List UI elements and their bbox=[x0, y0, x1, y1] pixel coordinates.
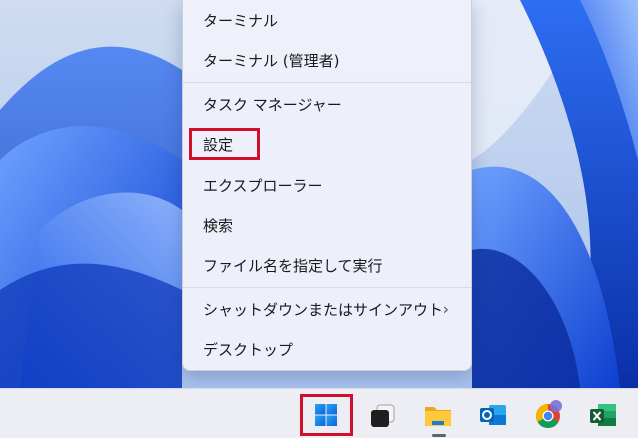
menu-item-label: エクスプローラー bbox=[203, 176, 323, 195]
menu-item-task-manager[interactable]: タスク マネージャー bbox=[187, 86, 467, 122]
menu-item-terminal[interactable]: ターミナル bbox=[187, 2, 467, 38]
menu-item-label: タスク マネージャー bbox=[203, 95, 342, 114]
outlook-button[interactable] bbox=[477, 399, 509, 431]
start-context-menu: ターミナル ターミナル (管理者) タスク マネージャー 設定 エクスプローラー… bbox=[182, 0, 472, 371]
task-view-button[interactable] bbox=[367, 399, 399, 431]
menu-item-label: 検索 bbox=[203, 216, 234, 235]
file-explorer-button[interactable] bbox=[422, 399, 454, 431]
running-indicator bbox=[432, 434, 446, 437]
outlook-icon bbox=[480, 405, 506, 425]
menu-item-shutdown-signout[interactable]: シャットダウンまたはサインアウト › bbox=[187, 291, 467, 327]
excel-button[interactable] bbox=[587, 399, 619, 431]
menu-item-label: ファイル名を指定して実行 bbox=[203, 256, 383, 275]
menu-item-desktop[interactable]: デスクトップ bbox=[187, 331, 467, 367]
menu-item-label: ターミナル bbox=[203, 11, 279, 30]
chrome-button[interactable] bbox=[532, 399, 564, 431]
chrome-icon bbox=[535, 400, 562, 429]
menu-item-label: ターミナル (管理者) bbox=[203, 51, 340, 70]
settings-highlight-box bbox=[189, 128, 260, 160]
task-view-icon bbox=[371, 404, 395, 427]
menu-item-label: デスクトップ bbox=[203, 340, 294, 359]
menu-item-file-explorer[interactable]: エクスプローラー bbox=[187, 167, 467, 203]
excel-icon bbox=[590, 404, 616, 426]
chevron-right-icon: › bbox=[442, 299, 449, 319]
menu-item-run[interactable]: ファイル名を指定して実行 bbox=[187, 247, 467, 283]
start-button-highlight-box bbox=[300, 394, 353, 436]
menu-item-terminal-admin[interactable]: ターミナル (管理者) bbox=[187, 42, 467, 78]
menu-item-label: シャットダウンまたはサインアウト bbox=[203, 300, 444, 319]
menu-separator bbox=[183, 287, 471, 288]
file-explorer-icon bbox=[425, 407, 451, 426]
menu-separator bbox=[183, 82, 471, 83]
menu-item-search[interactable]: 検索 bbox=[187, 207, 467, 243]
